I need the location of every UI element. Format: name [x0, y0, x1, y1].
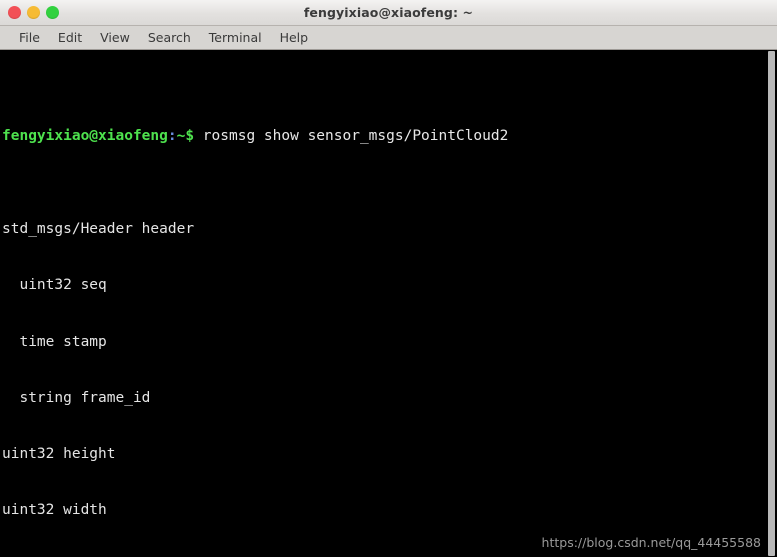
output-line: uint32 width [2, 501, 107, 518]
output-line: std_msgs/Header header [2, 221, 195, 238]
prompt-colon: : [167, 127, 177, 144]
terminal-screen[interactable]: fengyixiao@xiaofeng:~$ rosmsg show senso… [0, 50, 777, 557]
title-bar: fengyixiao@xiaofeng: ~ [0, 0, 777, 26]
terminal-output-text: fengyixiao@xiaofeng:~$ rosmsg show senso… [2, 52, 765, 557]
menu-item-help[interactable]: Help [271, 29, 318, 47]
vertical-scrollbar[interactable] [766, 50, 777, 557]
output-line: uint32 height [2, 445, 116, 462]
maximize-button[interactable] [46, 6, 59, 19]
prompt-path: ~$ [176, 127, 195, 144]
terminal-window: fengyixiao@xiaofeng: ~ File Edit View Se… [0, 0, 777, 557]
menu-item-edit[interactable]: Edit [49, 29, 91, 47]
menu-item-terminal[interactable]: Terminal [200, 29, 271, 47]
watermark: https://blog.csdn.net/qq_44455588 [541, 535, 761, 550]
prompt-user-host: fengyixiao@xiaofeng [2, 127, 168, 144]
menu-item-search[interactable]: Search [139, 29, 200, 47]
output-line: time stamp [2, 333, 107, 350]
scrollbar-thumb[interactable] [768, 51, 775, 556]
close-button[interactable] [8, 6, 21, 19]
output-line: uint32 seq [2, 277, 107, 294]
command-line: fengyixiao@xiaofeng:~$ rosmsg show senso… [2, 127, 765, 146]
minimize-button[interactable] [27, 6, 40, 19]
window-controls [0, 6, 59, 19]
menu-bar: File Edit View Search Terminal Help [0, 26, 777, 50]
window-title: fengyixiao@xiaofeng: ~ [303, 5, 474, 20]
menu-item-file[interactable]: File [10, 29, 49, 47]
output-line: string frame_id [2, 389, 151, 406]
menu-item-view[interactable]: View [91, 29, 139, 47]
typed-command: rosmsg show sensor_msgs/PointCloud2 [194, 127, 509, 144]
